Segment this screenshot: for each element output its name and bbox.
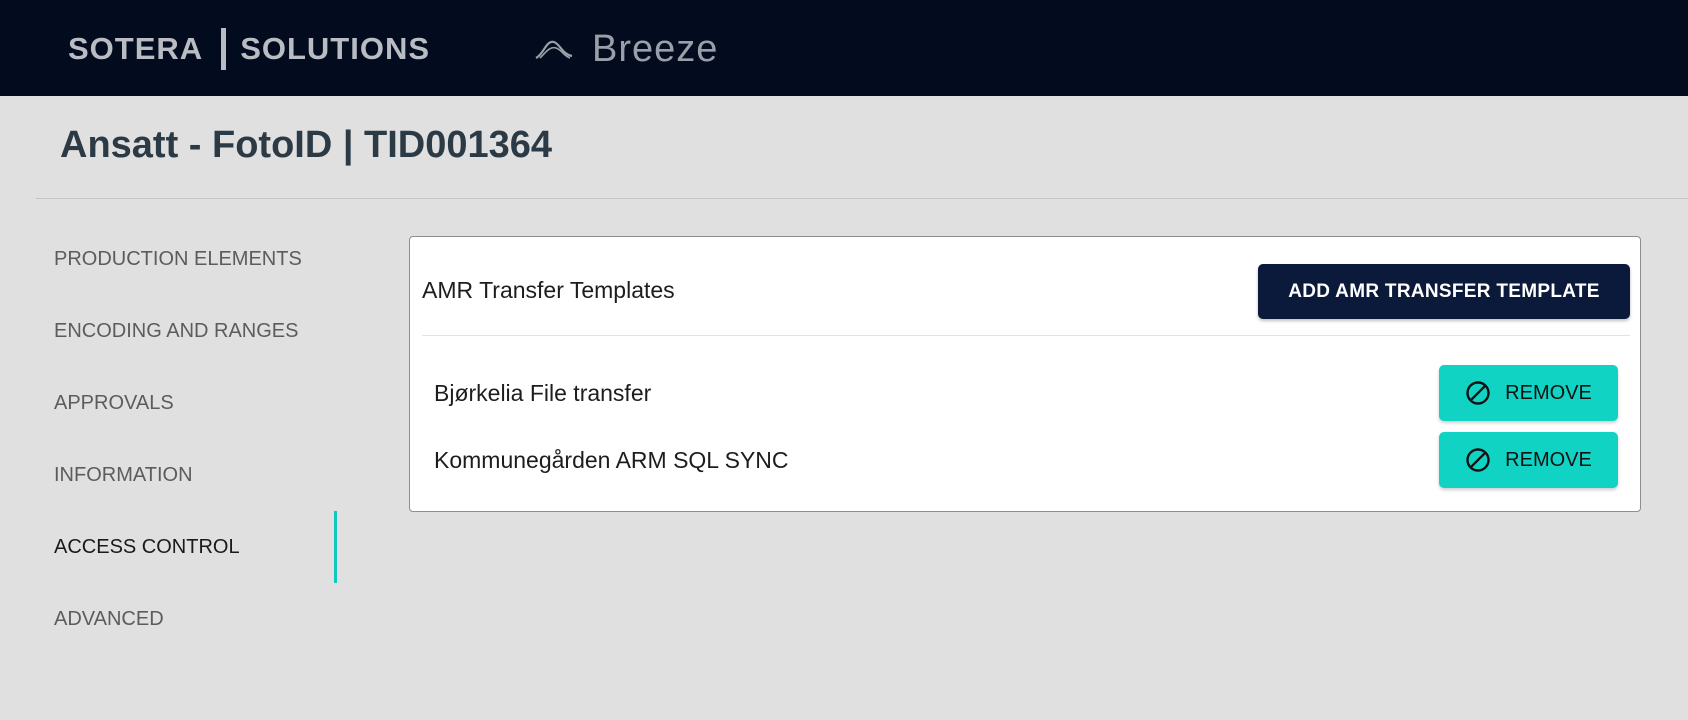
breeze-wave-icon	[535, 40, 573, 59]
template-name: Kommunegården ARM SQL SYNC	[434, 446, 789, 473]
sidebar-item-label: APPROVALS	[54, 391, 174, 414]
block-icon	[1466, 448, 1490, 472]
sidebar-item-label: INFORMATION	[54, 463, 193, 486]
block-icon	[1466, 381, 1490, 405]
card-divider	[422, 335, 1630, 336]
title-divider	[36, 198, 1688, 199]
add-amr-transfer-template-button[interactable]: ADD AMR TRANSFER TEMPLATE	[1258, 264, 1630, 319]
top-app-bar: SOTERA SOLUTIONS Breeze	[0, 0, 1688, 96]
sidebar-item-approvals[interactable]: APPROVALS	[0, 367, 340, 439]
sidebar-item-access-control[interactable]: ACCESS CONTROL	[0, 511, 340, 583]
sidebar-item-label: ENCODING AND RANGES	[54, 319, 299, 342]
brand-right-text: SOLUTIONS	[240, 31, 431, 66]
list-item: Kommunegården ARM SQL SYNC REMOVE	[434, 432, 1618, 488]
sidebar-item-information[interactable]: INFORMATION	[0, 439, 340, 511]
sidebar-nav: PRODUCTION ELEMENTS ENCODING AND RANGES …	[0, 223, 340, 655]
sidebar-item-label: PRODUCTION ELEMENTS	[54, 247, 302, 270]
sidebar-item-encoding-and-ranges[interactable]: ENCODING AND RANGES	[0, 295, 340, 367]
remove-button-label: REMOVE	[1505, 448, 1592, 471]
remove-button[interactable]: REMOVE	[1439, 432, 1618, 488]
amr-transfer-templates-card: AMR Transfer Templates ADD AMR TRANSFER …	[409, 236, 1641, 512]
brand-left-text: SOTERA	[68, 31, 204, 66]
product-name: Breeze	[592, 27, 719, 70]
card-title: AMR Transfer Templates	[422, 277, 675, 303]
sidebar-item-production-elements[interactable]: PRODUCTION ELEMENTS	[0, 223, 340, 295]
product-logo[interactable]: Breeze	[534, 24, 718, 74]
brand-divider	[221, 28, 227, 70]
template-name: Bjørkelia File transfer	[434, 379, 652, 406]
sidebar-item-label: ACCESS CONTROL	[54, 535, 240, 558]
remove-button-label: REMOVE	[1505, 381, 1592, 404]
list-item: Bjørkelia File transfer REMOVE	[434, 365, 1618, 421]
company-logo[interactable]: SOTERA SOLUTIONS	[68, 28, 430, 70]
sidebar-item-label: ADVANCED	[54, 607, 164, 630]
page-title: Ansatt - FotoID | TID001364	[60, 124, 553, 166]
remove-button[interactable]: REMOVE	[1439, 365, 1618, 421]
sidebar-item-advanced[interactable]: ADVANCED	[0, 583, 340, 655]
